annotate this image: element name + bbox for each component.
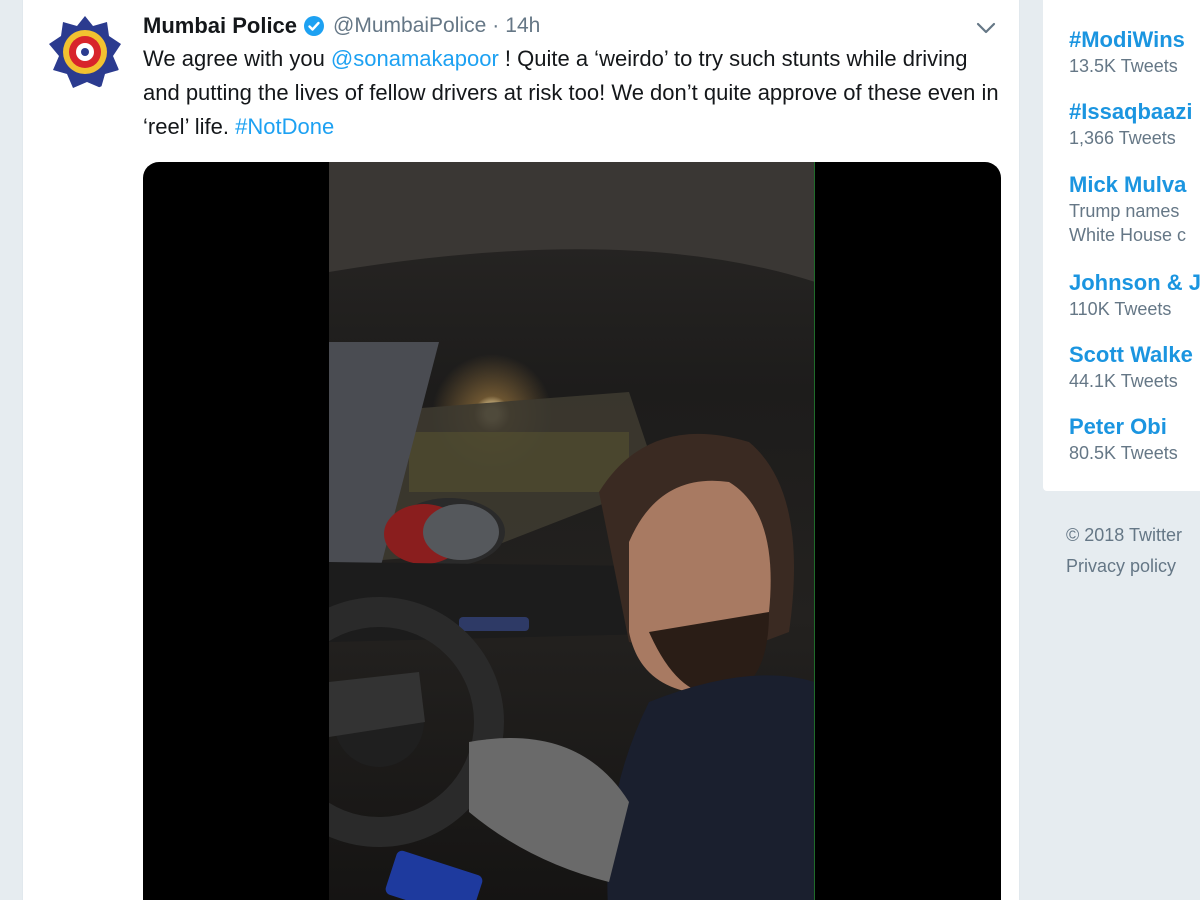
trend-meta: 44.1K Tweets	[1069, 371, 1178, 391]
trend-item[interactable]: Scott Walke 44.1K Tweets	[1069, 341, 1193, 393]
trend-item[interactable]: #ModiWins 13.5K Tweets	[1069, 26, 1185, 78]
mention-link[interactable]: @sonamakapoor	[331, 46, 499, 71]
hashtag-link[interactable]: #NotDone	[235, 114, 334, 139]
trend-item[interactable]: Johnson & J 110K Tweets	[1069, 269, 1200, 321]
trend-meta: 80.5K Tweets	[1069, 443, 1178, 463]
trend-name[interactable]: #Issaqbaazi	[1069, 98, 1193, 126]
tweet-header: Mumbai Police @MumbaiPolice · 14h	[143, 10, 999, 42]
trend-meta: 110K Tweets	[1069, 299, 1172, 319]
author-name[interactable]: Mumbai Police	[143, 13, 297, 39]
video-still-image	[329, 162, 814, 900]
tweet-timestamp[interactable]: 14h	[505, 14, 540, 38]
trend-name[interactable]: Scott Walke	[1069, 341, 1193, 369]
trend-meta: White House c	[1069, 225, 1187, 245]
privacy-policy-link[interactable]: Privacy policy	[1066, 551, 1182, 582]
trend-name[interactable]: Johnson & J	[1069, 269, 1200, 297]
tweet-video[interactable]	[143, 162, 1001, 900]
trend-item[interactable]: #Issaqbaazi 1,366 Tweets	[1069, 98, 1193, 150]
verified-badge-icon	[303, 15, 325, 37]
trend-meta: 1,366 Tweets	[1069, 128, 1176, 148]
separator-dot: ·	[492, 14, 500, 37]
copyright-text: © 2018 Twitter	[1066, 525, 1182, 545]
trend-name[interactable]: Mick Mulva	[1069, 171, 1186, 199]
tweet-text-part: We agree with you	[143, 46, 331, 71]
trend-meta: 13.5K Tweets	[1069, 56, 1178, 76]
chevron-down-icon[interactable]	[973, 16, 999, 40]
twitter-page: Mumbai Police @MumbaiPolice · 14h We agr…	[0, 0, 1200, 900]
trend-name[interactable]: #ModiWins	[1069, 26, 1185, 54]
trend-item[interactable]: Mick Mulva Trump names White House c	[1069, 171, 1186, 247]
avatar[interactable]	[47, 14, 123, 90]
tweet-card[interactable]: Mumbai Police @MumbaiPolice · 14h We agr…	[22, 0, 1020, 900]
trend-name[interactable]: Peter Obi	[1069, 413, 1178, 441]
trend-item[interactable]: Peter Obi 80.5K Tweets	[1069, 413, 1178, 465]
tweet-text: We agree with you @sonamakapoor ! Quite …	[143, 42, 1003, 144]
police-badge-icon	[49, 16, 121, 88]
trend-meta: Trump names	[1069, 201, 1180, 221]
sidebar-footer: © 2018 Twitter Privacy policy	[1066, 520, 1182, 582]
video-frame[interactable]	[329, 162, 815, 900]
author-handle[interactable]: @MumbaiPolice	[333, 14, 486, 38]
